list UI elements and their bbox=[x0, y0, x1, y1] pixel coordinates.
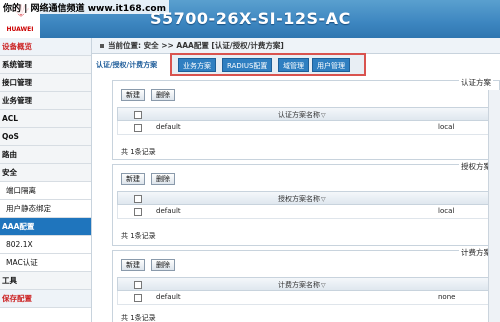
breadcrumb: 当前位置: 安全 >> AAA配置 [认证/授权/计费方案] bbox=[92, 38, 500, 54]
sidebar-item-static-binding[interactable]: 用户静态绑定 bbox=[0, 200, 91, 218]
sort-icon: ▽ bbox=[321, 112, 326, 119]
row-scheme-name[interactable]: default bbox=[156, 123, 181, 131]
row-scheme-name[interactable]: default bbox=[156, 293, 181, 301]
tab-business-scheme[interactable]: 业务方案 bbox=[178, 58, 216, 72]
watermark-text: 你的 | 网络通信频道 www.it168.com bbox=[0, 0, 169, 14]
panel-title: 认证方案 bbox=[459, 77, 493, 88]
table-header: 认证方案名称▽ bbox=[117, 107, 497, 121]
select-all-checkbox[interactable] bbox=[134, 195, 142, 203]
sort-icon: ▽ bbox=[321, 282, 326, 289]
sidebar-item-system[interactable]: 系统管理 bbox=[0, 56, 91, 74]
sidebar-item-acl[interactable]: ACL bbox=[0, 110, 91, 128]
sidebar-item-label: AAA配置 bbox=[2, 222, 35, 231]
sidebar: 设备概览 系统管理 接口管理 业务管理 ACL QoS 路由 安全 端口隔离 用… bbox=[0, 38, 92, 322]
auth-scheme-panel: 认证方案 新建 删除 认证方案名称▽ default local 共 1条记录 bbox=[112, 77, 500, 160]
select-all-checkbox[interactable] bbox=[134, 281, 142, 289]
sidebar-item-routing[interactable]: 路由 bbox=[0, 146, 91, 164]
sidebar-item-aaa[interactable]: AAA配置 bbox=[0, 218, 91, 236]
new-button[interactable]: 新建 bbox=[121, 173, 145, 185]
sidebar-item-label: QoS bbox=[2, 132, 19, 141]
row-scheme-mode: none bbox=[438, 293, 456, 301]
record-count: 共 1条记录 bbox=[121, 314, 156, 322]
row-checkbox[interactable] bbox=[134, 124, 142, 132]
sidebar-item-label: 用户静态绑定 bbox=[6, 204, 51, 213]
sidebar-item-label: 802.1X bbox=[6, 240, 33, 249]
row-checkbox[interactable] bbox=[134, 294, 142, 302]
delete-button[interactable]: 删除 bbox=[151, 259, 175, 271]
select-all-checkbox[interactable] bbox=[134, 111, 142, 119]
sort-icon: ▽ bbox=[321, 196, 326, 203]
sidebar-item-label: 设备概览 bbox=[2, 42, 32, 51]
record-count: 共 1条记录 bbox=[121, 148, 156, 156]
vertical-scrollbar[interactable] bbox=[488, 90, 500, 322]
sidebar-item-overview[interactable]: 设备概览 bbox=[0, 38, 91, 56]
sidebar-item-label: 端口隔离 bbox=[6, 186, 36, 195]
column-header[interactable]: 授权方案名称▽ bbox=[278, 194, 326, 204]
sidebar-item-label: MAC认证 bbox=[6, 258, 38, 267]
column-label: 计费方案名称 bbox=[278, 281, 320, 289]
row-scheme-mode: local bbox=[438, 123, 455, 131]
sidebar-item-label: 路由 bbox=[2, 150, 17, 159]
table-row: default local bbox=[117, 205, 497, 219]
new-button[interactable]: 新建 bbox=[121, 89, 145, 101]
tab-radius-config[interactable]: RADIUS配置 bbox=[222, 58, 273, 72]
sidebar-item-qos[interactable]: QoS bbox=[0, 128, 91, 146]
sidebar-item-interface[interactable]: 接口管理 bbox=[0, 74, 91, 92]
delete-button[interactable]: 删除 bbox=[151, 173, 175, 185]
sidebar-item-mac-auth[interactable]: MAC认证 bbox=[0, 254, 91, 272]
sidebar-item-label: 业务管理 bbox=[2, 96, 32, 105]
row-checkbox[interactable] bbox=[134, 208, 142, 216]
record-count: 共 1条记录 bbox=[121, 232, 156, 240]
sidebar-item-port-isolation[interactable]: 端口隔离 bbox=[0, 182, 91, 200]
column-label: 授权方案名称 bbox=[278, 195, 320, 203]
table-header: 授权方案名称▽ bbox=[117, 191, 497, 205]
authz-scheme-panel: 授权方案 新建 删除 授权方案名称▽ default local 共 1条记录 bbox=[112, 161, 500, 246]
tab-highlight-box: 业务方案 RADIUS配置 域管理 用户管理 bbox=[170, 53, 366, 76]
main-content: 认证方案 新建 删除 认证方案名称▽ default local 共 1条记录 … bbox=[112, 77, 500, 322]
acct-scheme-panel: 计费方案 新建 删除 计费方案名称▽ default none 共 1条记录 bbox=[112, 247, 500, 322]
sidebar-item-label: 接口管理 bbox=[2, 78, 32, 87]
table-header: 计费方案名称▽ bbox=[117, 277, 497, 291]
delete-button[interactable]: 删除 bbox=[151, 89, 175, 101]
sidebar-item-tools[interactable]: 工具 bbox=[0, 272, 91, 290]
logo-text: HUAWEI bbox=[6, 26, 34, 33]
column-header[interactable]: 认证方案名称▽ bbox=[278, 110, 326, 120]
sidebar-item-label: ACL bbox=[2, 114, 19, 123]
tab-user-management[interactable]: 用户管理 bbox=[312, 58, 350, 72]
table-row: default local bbox=[117, 121, 497, 135]
sidebar-item-label: 安全 bbox=[2, 168, 17, 177]
sidebar-item-8021x[interactable]: 802.1X bbox=[0, 236, 91, 254]
row-scheme-name[interactable]: default bbox=[156, 207, 181, 215]
sidebar-item-business[interactable]: 业务管理 bbox=[0, 92, 91, 110]
device-title: S5700-26X-SI-12S-AC bbox=[150, 9, 351, 28]
table-row: default none bbox=[117, 291, 497, 305]
breadcrumb-text: 当前位置: 安全 >> AAA配置 [认证/授权/计费方案] bbox=[108, 41, 284, 50]
sidebar-item-label: 保存配置 bbox=[2, 294, 32, 303]
row-scheme-mode: local bbox=[438, 207, 455, 215]
sidebar-item-save-config[interactable]: 保存配置 bbox=[0, 290, 91, 308]
column-header[interactable]: 计费方案名称▽ bbox=[278, 280, 326, 290]
sidebar-item-label: 系统管理 bbox=[2, 60, 32, 69]
new-button[interactable]: 新建 bbox=[121, 259, 145, 271]
sidebar-item-label: 工具 bbox=[2, 276, 17, 285]
sidebar-item-security[interactable]: 安全 bbox=[0, 164, 91, 182]
tab-current[interactable]: 认证/授权/计费方案 bbox=[96, 60, 157, 70]
bullet-icon bbox=[100, 44, 104, 48]
column-label: 认证方案名称 bbox=[278, 111, 320, 119]
tab-domain-management[interactable]: 域管理 bbox=[278, 58, 309, 72]
